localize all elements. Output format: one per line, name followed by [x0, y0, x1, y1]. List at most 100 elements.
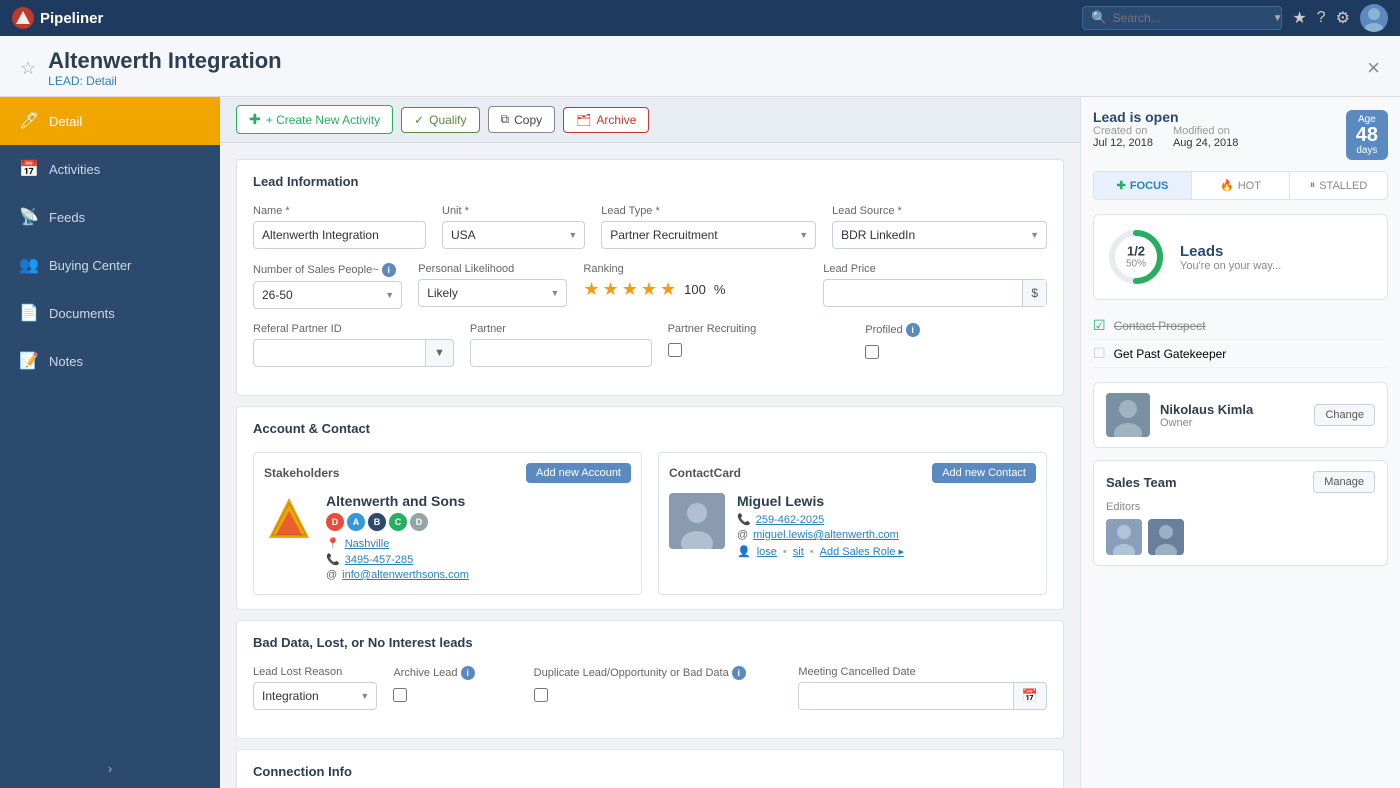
star-4[interactable]: ★ [641, 279, 657, 300]
duplicate-checkbox[interactable] [534, 688, 548, 702]
hot-tab[interactable]: 🔥 HOT [1192, 172, 1290, 199]
archive-lead-checkbox[interactable] [393, 688, 407, 702]
focus-tab[interactable]: ✚ FOCUS [1094, 172, 1192, 199]
partner-recruiting-checkbox-row [668, 343, 850, 357]
archive-info-icon[interactable]: i [461, 666, 475, 680]
change-owner-button[interactable]: Change [1314, 404, 1375, 426]
company-location: 📍 Nashville [326, 537, 631, 550]
lead-source-select[interactable]: BDR LinkedIn [832, 221, 1047, 249]
search-dropdown-icon[interactable]: ▼ [1273, 13, 1283, 24]
sidebar-item-buying-center[interactable]: 👥 Buying Center [0, 241, 220, 289]
star-3[interactable]: ★ [622, 279, 638, 300]
profiled-checkbox[interactable] [865, 345, 879, 359]
sales-team-section: Sales Team Manage Editors [1093, 460, 1388, 566]
sidebar-item-activities[interactable]: 📅 Activities [0, 145, 220, 193]
modified-date-val: Aug 24, 2018 [1173, 137, 1238, 149]
user-avatar[interactable] [1360, 4, 1388, 32]
archive-label: Archive [596, 113, 636, 127]
sidebar-item-detail[interactable]: 🖊 Detail [0, 97, 220, 145]
contact-sep-2: • [810, 546, 814, 558]
lead-price-suffix: $ [1022, 280, 1046, 306]
help-icon[interactable]: ? [1317, 9, 1326, 27]
topbar-left: Pipeliner [12, 7, 103, 29]
profiled-info-icon[interactable]: i [906, 323, 920, 337]
create-activity-button[interactable]: ✚ + Create New Activity [236, 105, 393, 134]
location-icon: 📍 [326, 537, 340, 550]
settings-icon[interactable]: ⚙ [1336, 8, 1350, 28]
star-rating[interactable]: ★ ★ ★ ★ ★ [583, 279, 676, 300]
add-account-button[interactable]: Add new Account [526, 463, 631, 483]
unit-select[interactable]: USA [442, 221, 585, 249]
star-1[interactable]: ★ [583, 279, 599, 300]
stalled-tab[interactable]: ⏸ STALLED [1290, 172, 1387, 199]
qualify-button[interactable]: ✓ Qualify [401, 107, 479, 133]
lead-type-select-wrapper: Partner Recruitment [601, 221, 816, 249]
owner-name: Nikolaus Kimla [1160, 402, 1304, 417]
stalled-icon: ⏸ [1310, 179, 1316, 192]
sidebar-item-notes[interactable]: 📝 Notes [0, 337, 220, 385]
search-input[interactable] [1113, 11, 1268, 25]
duplicate-info-icon[interactable]: i [732, 666, 746, 680]
created-date-val: Jul 12, 2018 [1093, 137, 1153, 149]
sidebar-toggle[interactable]: › [0, 749, 220, 788]
contact-sit-link[interactable]: sit [793, 546, 804, 558]
meeting-cancelled-date-input[interactable] [798, 682, 1013, 710]
ranking-label: Ranking [583, 263, 807, 275]
duplicate-checkbox-row [534, 688, 783, 702]
create-icon: ✚ [249, 111, 261, 128]
sales-people-info-icon[interactable]: i [382, 263, 396, 277]
sidebar-item-label-activities: Activities [49, 162, 100, 177]
checklist: ☑ Contact Prospect ☐ Get Past Gatekeeper [1093, 312, 1388, 368]
header-bar: ☆ Altenwerth Integration LEAD: Detail × [0, 36, 1400, 97]
lead-lost-reason-select[interactable]: Integration [253, 682, 377, 710]
partner-input[interactable] [470, 339, 652, 367]
duplicate-label: Duplicate Lead/Opportunity or Bad Data i [534, 666, 783, 680]
contact-phone-link[interactable]: 259-462-2025 [756, 514, 825, 526]
search-box[interactable]: 🔍 ▼ [1082, 6, 1282, 30]
contact-lose-link[interactable]: lose [757, 546, 777, 558]
referal-input[interactable] [253, 339, 426, 367]
add-contact-button[interactable]: Add new Contact [932, 463, 1036, 483]
app-logo: Pipeliner [12, 7, 103, 29]
likelihood-select[interactable]: Likely [418, 279, 567, 307]
partner-recruiting-checkbox[interactable] [668, 343, 682, 357]
star-5[interactable]: ★ [660, 279, 676, 300]
referal-dropdown-btn[interactable]: ▼ [426, 339, 454, 367]
lead-type-select[interactable]: Partner Recruitment [601, 221, 816, 249]
badge-d: D [326, 513, 344, 531]
name-input[interactable] [253, 221, 426, 249]
left-sidebar: 🖊 Detail 📅 Activities 📡 Feeds 👥 Buying C… [0, 97, 220, 788]
focus-label: FOCUS [1130, 180, 1169, 192]
star-2[interactable]: ★ [603, 279, 619, 300]
header-title: Altenwerth Integration LEAD: Detail [48, 48, 281, 88]
contact-info: Miguel Lewis 📞 259-462-2025 @ miguel.lew… [737, 493, 1036, 558]
duplicate-group: Duplicate Lead/Opportunity or Bad Data i [534, 666, 783, 710]
company-location-link[interactable]: Nashville [345, 538, 390, 550]
favorite-star-icon[interactable]: ☆ [20, 58, 36, 79]
content-area: 🖊 Detail 📅 Activities 📡 Feeds 👥 Buying C… [0, 97, 1400, 788]
sales-people-select[interactable]: 26-50 [253, 281, 402, 309]
lead-type-group: Lead Type * Partner Recruitment [601, 205, 816, 249]
meeting-cancelled-calendar-btn[interactable]: 📅 [1014, 682, 1047, 710]
add-sales-role-link[interactable]: Add Sales Role ▸ [820, 545, 904, 558]
topbar-right: 🔍 ▼ ★ ? ⚙ [1082, 4, 1388, 32]
unit-group: Unit * USA [442, 205, 585, 249]
company-email-link[interactable]: info@altenwerthsons.com [342, 569, 469, 581]
sidebar-item-documents[interactable]: 📄 Documents [0, 289, 220, 337]
contact-email-link[interactable]: miguel.lewis@altenwerth.com [753, 529, 899, 541]
manage-team-button[interactable]: Manage [1313, 471, 1375, 493]
company-phone-link[interactable]: 3495-457-285 [345, 554, 414, 566]
lead-type-label: Lead Type * [601, 205, 816, 217]
star-icon[interactable]: ★ [1292, 8, 1306, 28]
progress-text: Leads You're on your way... [1180, 243, 1281, 272]
sidebar-item-label-buying-center: Buying Center [49, 258, 131, 273]
documents-icon: 📄 [19, 303, 39, 323]
close-button[interactable]: × [1367, 55, 1380, 81]
sidebar-item-feeds[interactable]: 📡 Feeds [0, 193, 220, 241]
lead-price-input[interactable] [824, 280, 1022, 306]
archive-button[interactable]: 🗂 Archive [563, 107, 649, 133]
stakeholders-header: Stakeholders Add new Account [264, 463, 631, 483]
pipeliner-logo-icon [12, 7, 34, 29]
company-logo [264, 493, 314, 543]
copy-button[interactable]: ⧉ Copy [488, 106, 556, 133]
